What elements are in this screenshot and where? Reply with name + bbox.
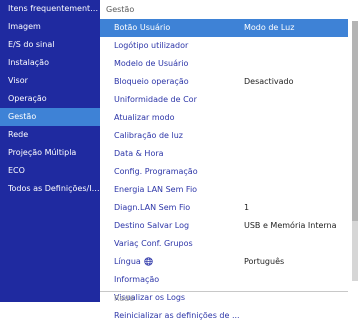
menu-item-value: Desactivado <box>244 77 294 86</box>
menu-item-value: Modo de Luz <box>244 23 295 32</box>
menu-item-wireless-lan-diagnostics[interactable]: Diagn.LAN Sem Fio 1 <box>100 199 348 217</box>
menu-item-schedule-settings[interactable]: Config. Programação <box>100 163 348 181</box>
menu-item-date-time[interactable]: Data & Hora <box>100 145 348 163</box>
menu-item-value: Português <box>244 257 285 266</box>
menu-item-information[interactable]: Informação <box>100 271 348 289</box>
menu-item-log-save-destination[interactable]: Destino Salvar Log USB e Memória Interna <box>100 217 348 235</box>
menu-item-update-mode[interactable]: Atualizar modo <box>100 109 348 127</box>
projector-menu: Itens frequentemente ... Imagem E/S do s… <box>0 0 360 320</box>
menu-item-label: Diagn.LAN Sem Fio <box>114 203 191 212</box>
menu-item-user-pattern[interactable]: Modelo de Usuário <box>100 55 348 73</box>
menu-item-label: Modelo de Usuário <box>114 59 189 68</box>
menu-item-user-logo[interactable]: Logótipo utilizador <box>100 37 348 55</box>
scroll-thumb[interactable] <box>352 21 358 221</box>
menu-item-user-button[interactable]: Botão Usuário Modo de Luz <box>100 19 348 37</box>
menu-item-color-uniformity[interactable]: Uniformidade de Cor <box>100 91 348 109</box>
menu-item-label: Informação <box>114 275 160 284</box>
sidebar-item-installation[interactable]: Instalação <box>0 54 100 72</box>
sidebar-item-operation[interactable]: Operação <box>0 90 100 108</box>
menu-item-label: Atualizar modo <box>114 113 175 122</box>
sidebar-item-management[interactable]: Gestão <box>0 108 100 126</box>
menu-item-label: Logótipo utilizador <box>114 41 189 50</box>
menu-item-label: Data & Hora <box>114 149 164 158</box>
menu-item-label: Destino Salvar Log <box>114 221 190 230</box>
menu-item-label: Config. Programação <box>114 167 198 176</box>
menu-item-reset-settings[interactable]: Reinicializar as definições de ... <box>100 307 348 325</box>
menu-item-label: Língua <box>114 257 141 266</box>
sidebar-item-image[interactable]: Imagem <box>0 18 100 36</box>
menu-item-label: Botão Usuário <box>114 23 171 32</box>
menu-item-label: Calibração de luz <box>114 131 183 140</box>
scrollbar[interactable] <box>352 21 358 281</box>
menu-item-label: Energia LAN Sem Fio <box>114 185 198 194</box>
sidebar-item-multi-projection[interactable]: Projeção Múltipla <box>0 144 100 162</box>
sidebar-item-frequent[interactable]: Itens frequentemente ... <box>0 0 100 18</box>
menu-item-label: Uniformidade de Cor <box>114 95 197 104</box>
menu-item-control-lock[interactable]: Bloqueio operação Desactivado <box>100 73 348 91</box>
menu-item-value: 1 <box>244 203 250 212</box>
panel-title: Gestão <box>106 5 135 14</box>
menu-item-label: Bloqueio operação <box>114 77 189 86</box>
settings-panel: Gestão Botão Usuário Modo de Luz Logótipo… <box>100 0 360 320</box>
menu-item-label: Variaç Conf. Grupos <box>114 239 193 248</box>
menu-item-wireless-lan-power[interactable]: Energia LAN Sem Fio <box>100 181 348 199</box>
sidebar-item-eco[interactable]: ECO <box>0 162 100 180</box>
sidebar-item-all-settings[interactable]: Todos as Definições/Ini... <box>0 180 100 198</box>
sidebar-item-network[interactable]: Rede <box>0 126 100 144</box>
menu-item-group-copy[interactable]: Variaç Conf. Grupos <box>100 235 348 253</box>
sidebar-item-signal-io[interactable]: E/S do sinal <box>0 36 100 54</box>
settings-list: Botão Usuário Modo de Luz Logótipo utiliz… <box>100 19 348 325</box>
menu-item-value: USB e Memória Interna <box>244 221 337 230</box>
sidebar: Itens frequentemente ... Imagem E/S do s… <box>0 0 100 302</box>
sidebar-item-display[interactable]: Visor <box>0 72 100 90</box>
menu-item-light-calibration[interactable]: Calibração de luz <box>100 127 348 145</box>
menu-item-label: Reinicializar as definições de ... <box>114 311 240 320</box>
divider <box>100 291 348 292</box>
menu-item-language[interactable]: Língua Português <box>100 253 348 271</box>
